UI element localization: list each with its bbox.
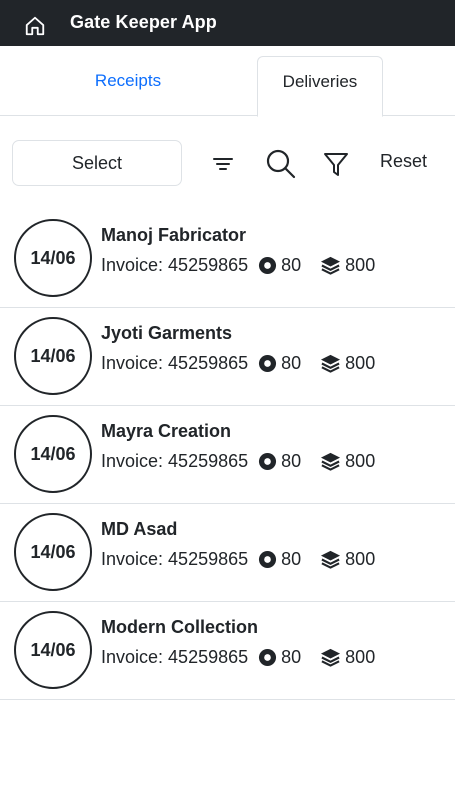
layers-icon [321,256,341,275]
date-badge: 14/06 [14,611,92,689]
sort-lines-icon[interactable] [209,150,237,178]
count-value: 80 [281,255,302,275]
quantity-value: 800 [345,549,376,569]
quantity-value: 800 [345,255,376,275]
invoice-number: 45259865 [168,353,249,373]
search-icon[interactable] [265,148,297,180]
home-icon[interactable] [24,15,46,37]
invoice-label: Invoice: [101,255,164,275]
entry-meta: Invoice: 45259865 80 800 [101,255,375,276]
quantity-value: 800 [345,451,376,471]
party-name: Modern Collection [101,617,258,637]
reset-button[interactable]: Reset [380,151,427,172]
ring-icon [259,648,277,667]
select-dropdown[interactable]: Select [12,140,182,186]
tab-receipts[interactable]: Receipts [40,56,216,116]
invoice-label: Invoice: [101,549,164,569]
ring-icon [259,354,277,373]
count-value: 80 [281,353,302,373]
quantity-value: 800 [345,353,376,373]
entry-meta: Invoice: 45259865 80 800 [101,451,375,472]
date-badge: 14/06 [14,415,92,493]
ring-icon [259,452,277,471]
count-value: 80 [281,451,302,471]
layers-icon [321,550,341,569]
invoice-label: Invoice: [101,647,164,667]
layers-icon [321,452,341,471]
deliveries-list: 14/06 Manoj Fabricator Invoice: 45259865… [0,210,455,700]
date-badge: 14/06 [14,219,92,297]
layers-icon [321,354,341,373]
quantity-value: 800 [345,647,376,667]
date-badge: 14/06 [14,513,92,591]
invoice-number: 45259865 [168,255,249,275]
invoice-number: 45259865 [168,647,249,667]
invoice-number: 45259865 [168,451,249,471]
list-toolbar: Select Reset [0,140,455,186]
list-item[interactable]: 14/06 MD Asad Invoice: 45259865 80 800 [0,504,455,602]
app-title: Gate Keeper App [70,12,217,32]
party-name: MD Asad [101,519,178,539]
list-item[interactable]: 14/06 Manoj Fabricator Invoice: 45259865… [0,210,455,308]
list-item[interactable]: 14/06 Modern Collection Invoice: 4525986… [0,602,455,700]
app-header: Gate Keeper App [0,0,455,46]
invoice-label: Invoice: [101,353,164,373]
count-value: 80 [281,549,302,569]
funnel-icon[interactable] [322,150,350,178]
count-value: 80 [281,647,302,667]
party-name: Mayra Creation [101,421,232,441]
list-item[interactable]: 14/06 Jyoti Garments Invoice: 45259865 8… [0,308,455,406]
invoice-number: 45259865 [168,549,249,569]
party-name: Jyoti Garments [101,323,233,343]
tab-bar: Receipts Deliveries [0,46,455,117]
invoice-label: Invoice: [101,451,164,471]
ring-icon [259,550,277,569]
entry-meta: Invoice: 45259865 80 800 [101,549,375,570]
list-item[interactable]: 14/06 Mayra Creation Invoice: 45259865 8… [0,406,455,504]
layers-icon [321,648,341,667]
ring-icon [259,256,277,275]
entry-meta: Invoice: 45259865 80 800 [101,647,375,668]
date-badge: 14/06 [14,317,92,395]
party-name: Manoj Fabricator [101,225,247,245]
entry-meta: Invoice: 45259865 80 800 [101,353,375,374]
tab-deliveries[interactable]: Deliveries [257,56,383,117]
